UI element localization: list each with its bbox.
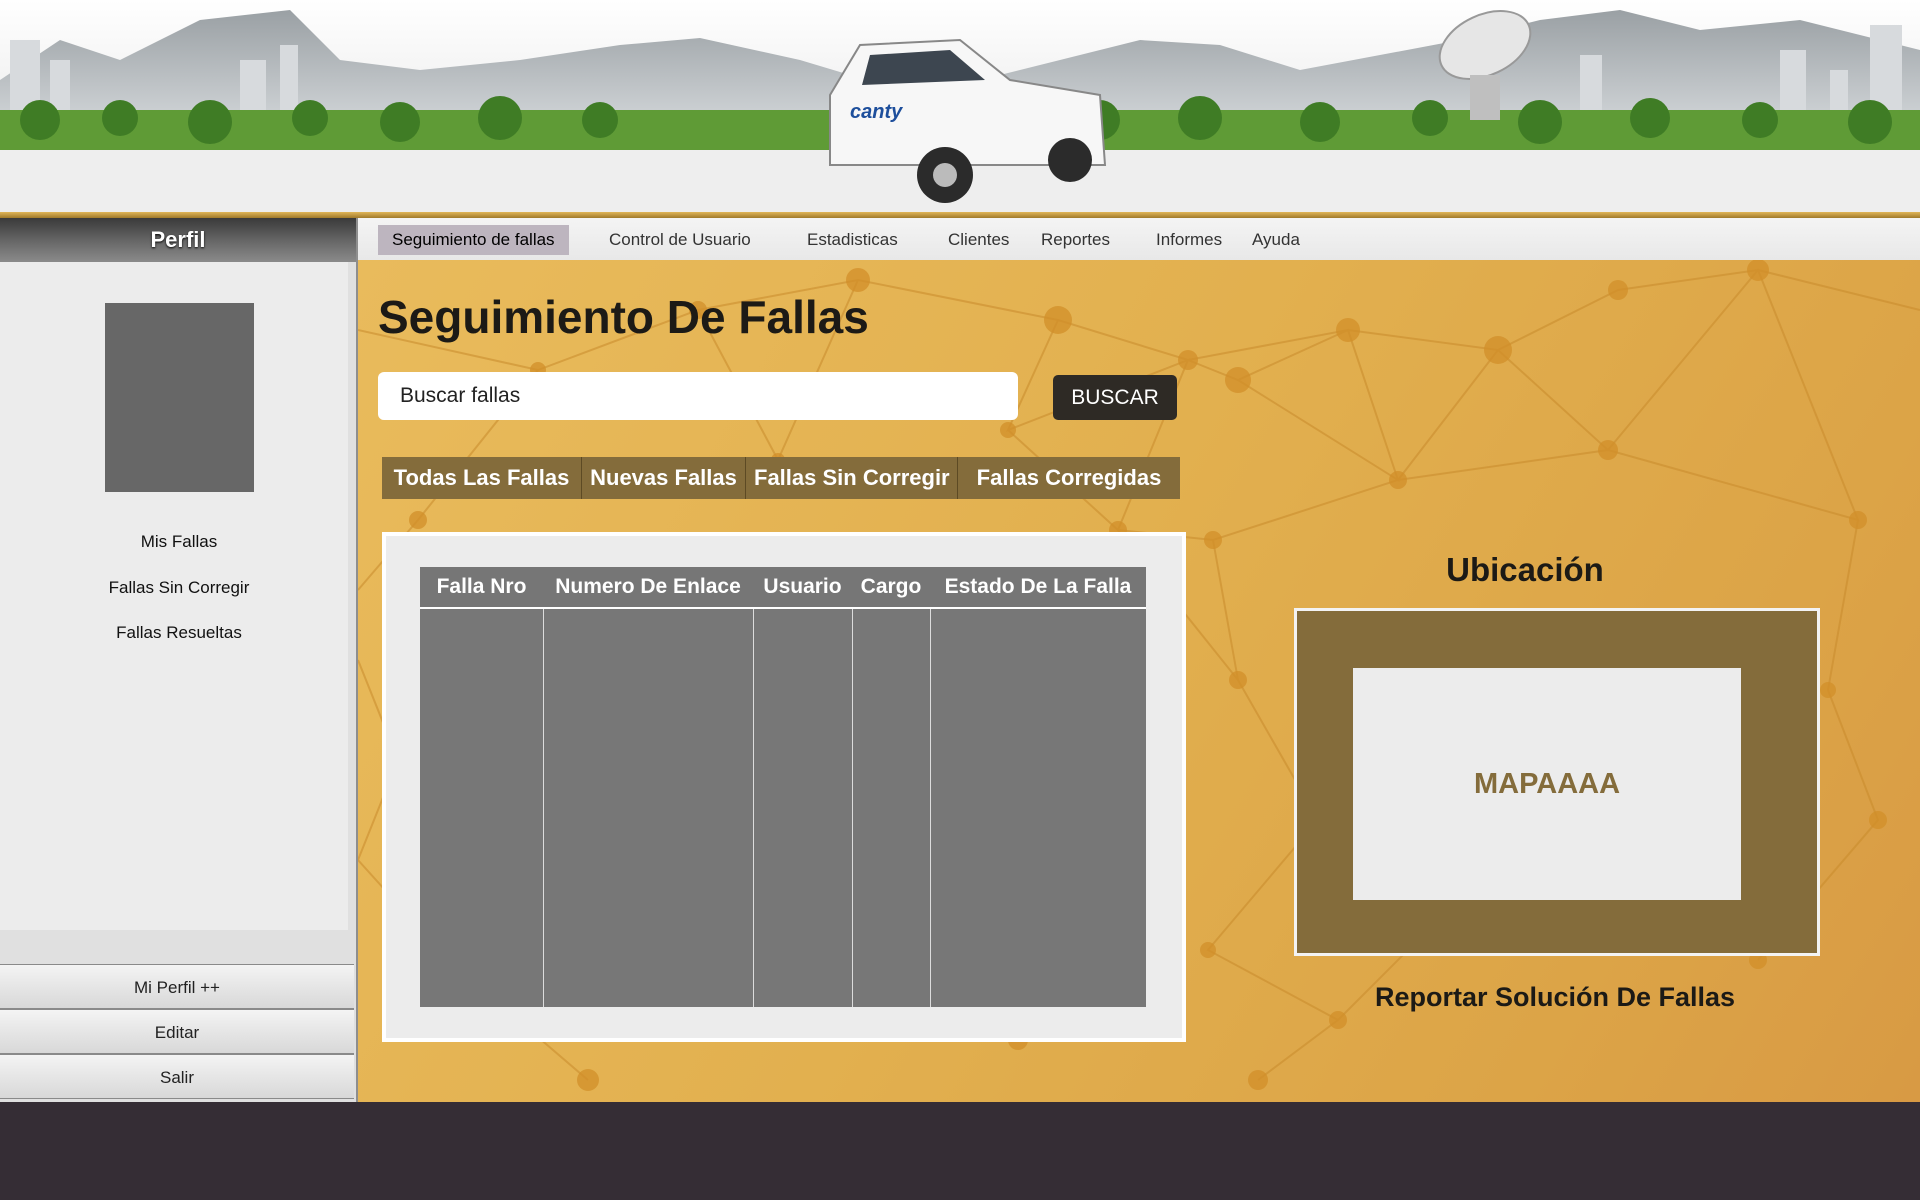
salir-button[interactable]: Salir	[0, 1054, 354, 1099]
nav-control-de-usuario[interactable]: Control de Usuario	[595, 225, 765, 255]
search-button[interactable]: BUSCAR	[1053, 375, 1177, 420]
tab-fallas-corregidas[interactable]: Fallas Corregidas	[958, 457, 1180, 499]
main-content: Seguimiento De Fallas BUSCAR Todas Las F…	[358, 260, 1920, 1102]
faults-table: Falla Nro Numero De Enlace Usuario Cargo…	[420, 567, 1146, 1007]
profile-sidebar: Perfil Mis Fallas Fallas Sin Corregir Fa…	[0, 218, 358, 1102]
nav-ayuda[interactable]: Ayuda	[1238, 225, 1314, 255]
svg-text:canty: canty	[850, 101, 903, 123]
nav-estadisticas[interactable]: Estadisticas	[793, 225, 912, 255]
header-banner: canty	[0, 0, 1920, 218]
column-header-numero-de-enlace[interactable]: Numero De Enlace	[543, 567, 753, 609]
table-cell	[753, 608, 853, 1007]
search-input[interactable]	[378, 372, 1018, 420]
filter-tabs: Todas Las Fallas Nuevas Fallas Fallas Si…	[382, 457, 1180, 499]
sidebar-title: Perfil	[0, 218, 356, 262]
map-placeholder[interactable]: MAPAAAA	[1353, 668, 1741, 900]
sidebar-link-fallas-sin-corregir[interactable]: Fallas Sin Corregir	[0, 578, 358, 598]
tab-nuevas-fallas[interactable]: Nuevas Fallas	[582, 457, 746, 499]
table-header-row: Falla Nro Numero De Enlace Usuario Cargo…	[420, 567, 1146, 609]
nav-clientes[interactable]: Clientes	[934, 225, 1023, 255]
editar-button[interactable]: Editar	[0, 1009, 354, 1054]
mi-perfil-button[interactable]: Mi Perfil ++	[0, 964, 354, 1009]
table-row	[420, 608, 1146, 1007]
main-nav: Seguimiento de fallas Control de Usuario…	[358, 218, 1920, 260]
table-cell	[543, 608, 754, 1007]
sidebar-body: Mis Fallas Fallas Sin Corregir Fallas Re…	[0, 262, 348, 930]
sidebar-link-fallas-resueltas[interactable]: Fallas Resueltas	[0, 623, 358, 643]
column-header-cargo[interactable]: Cargo	[852, 567, 930, 609]
nav-seguimiento-de-fallas[interactable]: Seguimiento de fallas	[378, 225, 569, 255]
table-cell	[852, 608, 931, 1007]
nav-informes[interactable]: Informes	[1142, 225, 1236, 255]
tab-todas-las-fallas[interactable]: Todas Las Fallas	[382, 457, 582, 499]
report-solution-link[interactable]: Reportar Solución De Fallas	[1318, 982, 1792, 1013]
faults-table-panel: Falla Nro Numero De Enlace Usuario Cargo…	[382, 532, 1186, 1042]
faults-table-wrap: Falla Nro Numero De Enlace Usuario Cargo…	[420, 567, 1146, 1007]
table-cell	[420, 608, 544, 1007]
city-landscape-image: canty	[0, 10, 1920, 212]
nav-reportes[interactable]: Reportes	[1027, 225, 1124, 255]
tab-fallas-sin-corregir[interactable]: Fallas Sin Corregir	[746, 457, 958, 499]
map-frame: MAPAAAA	[1294, 608, 1820, 956]
avatar	[105, 303, 254, 492]
column-header-usuario[interactable]: Usuario	[753, 567, 852, 609]
page-title: Seguimiento De Fallas	[378, 291, 869, 343]
column-header-falla-nro[interactable]: Falla Nro	[420, 567, 543, 609]
sidebar-link-mis-fallas[interactable]: Mis Fallas	[0, 532, 358, 552]
column-header-estado-de-la-falla[interactable]: Estado De La Falla	[930, 567, 1146, 609]
location-title: Ubicación	[1446, 551, 1604, 588]
table-cell	[930, 608, 1146, 1007]
